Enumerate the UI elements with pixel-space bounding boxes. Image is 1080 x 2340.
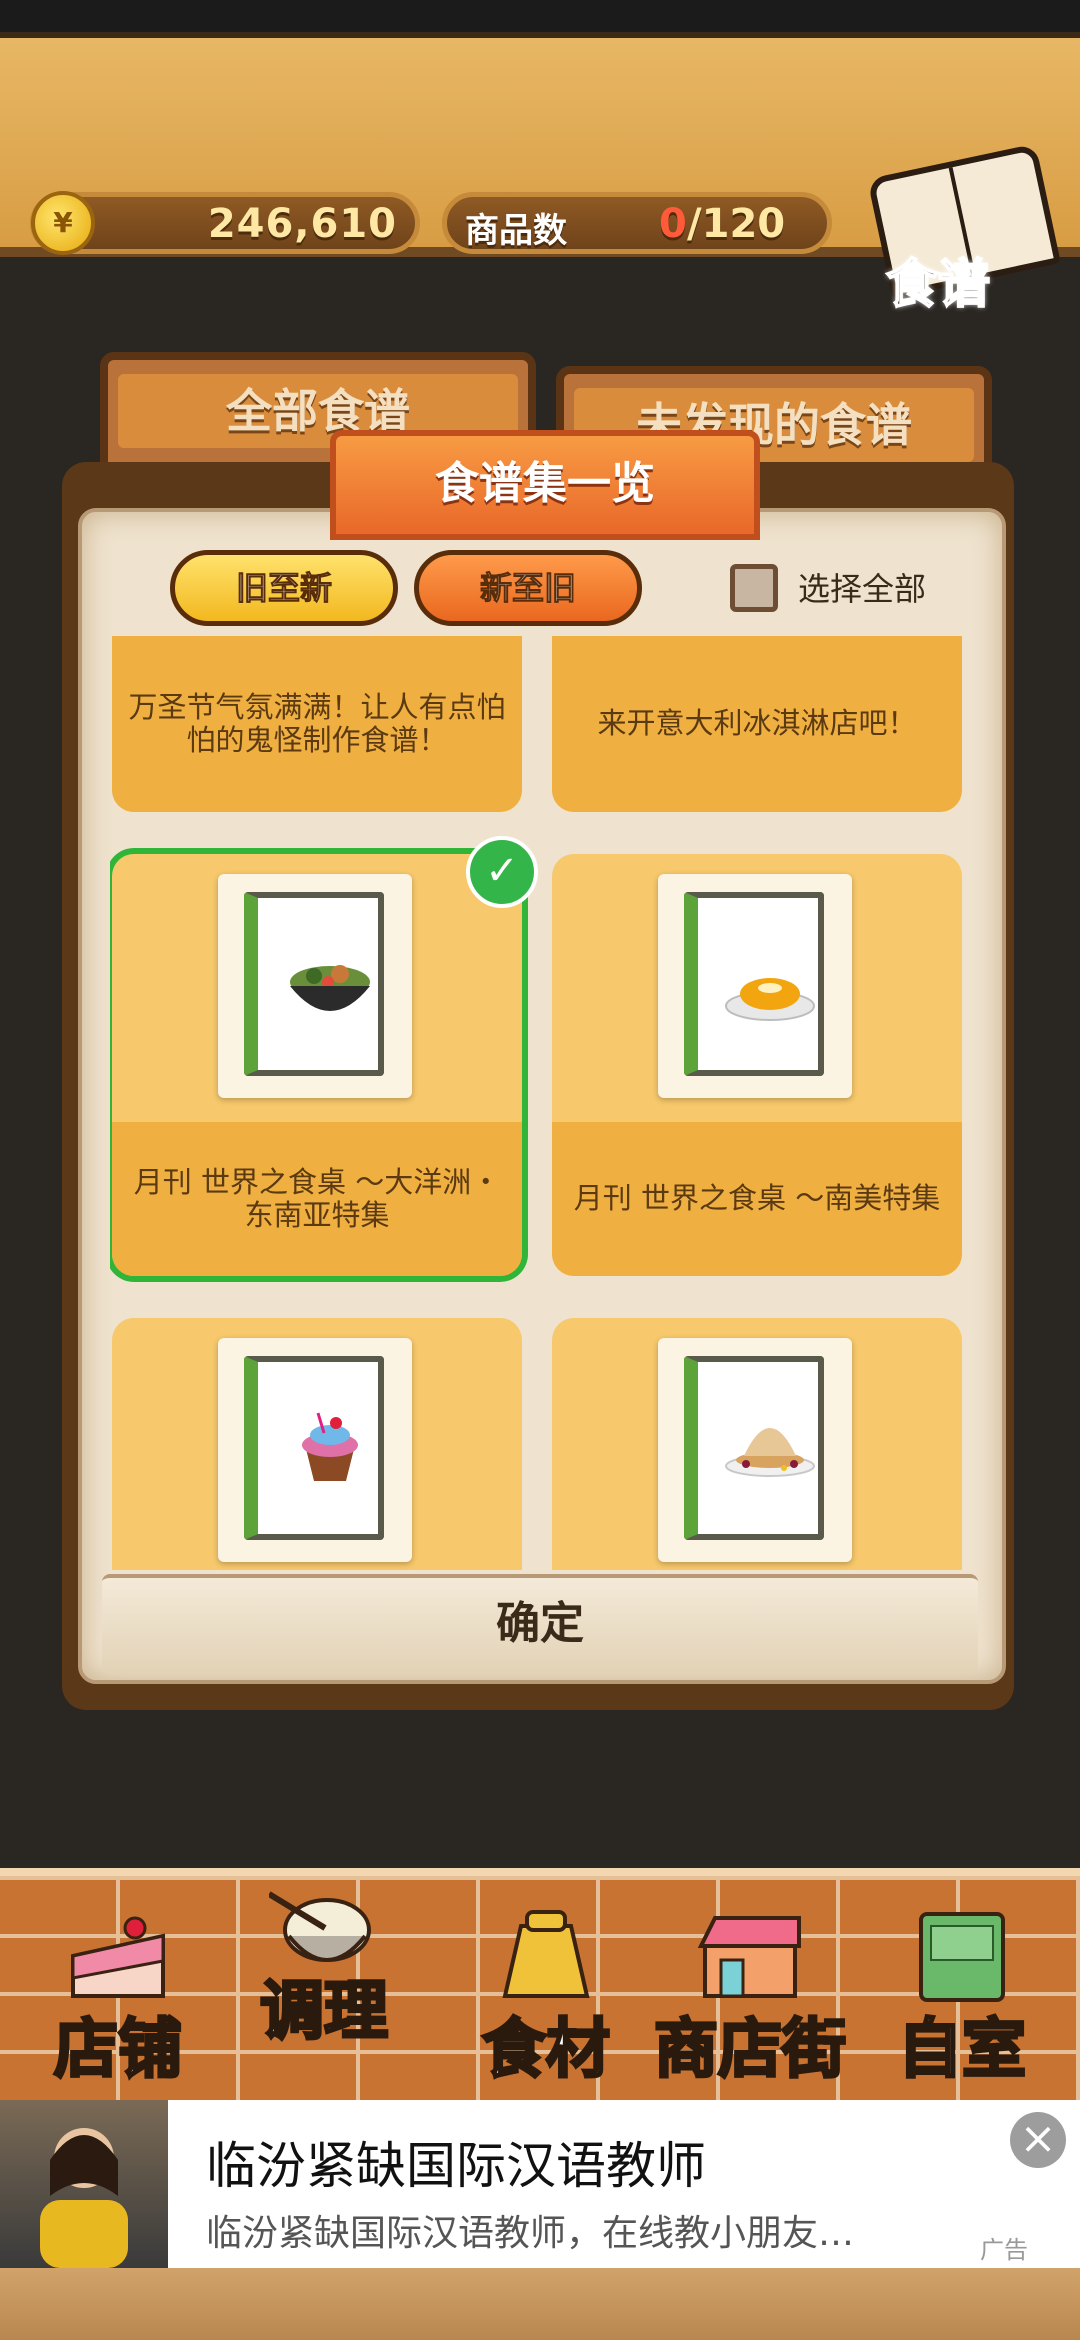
dialog-title: 食谱集一览 — [330, 430, 760, 540]
nav-label-cooking: 调理 — [259, 1974, 390, 2051]
cupcake-icon — [302, 1412, 358, 1481]
nav-item-shopping-street[interactable]: 商店街 — [636, 1876, 864, 2108]
item-count-max: /120 — [687, 201, 786, 247]
nav-item-my-room[interactable]: 自室 — [864, 1876, 1060, 2108]
recipe-card[interactable]: 月刊 世界之食桌 ～南美特集 — [552, 854, 962, 1276]
recipe-button-label: 食谱 — [885, 254, 991, 316]
recipe-book-icon — [684, 892, 824, 1076]
recipe-book-thumbnail — [218, 874, 412, 1098]
mont-blanc-pancake-icon — [725, 1428, 815, 1477]
recipe-card-desc: 月刊 世界之食桌 ～南美特集 — [552, 1122, 962, 1276]
nav-label-ingredients: 食材 — [481, 2012, 612, 2089]
ad-banner[interactable]: 临汾紧缺国际汉语教师 临汾紧缺国际汉语教师，在线教小朋友… × 广告 — [0, 2100, 1080, 2268]
item-counter: 商品数 0 /120 — [442, 192, 832, 254]
coin-counter: ¥ 246,610 — [30, 191, 420, 255]
recipe-card-desc: 万圣节气氛满满！让人有点怕怕的鬼怪制作食谱！ — [112, 636, 522, 812]
nav-label-shopping-street: 商店街 — [653, 2012, 848, 2089]
recipe-card[interactable]: 来开意大利冰淇淋店吧！ — [552, 636, 962, 812]
recipe-book-button[interactable]: 食谱 — [867, 143, 1061, 320]
item-count-label: 商品数 — [465, 211, 567, 251]
recipe-book-icon — [244, 892, 384, 1076]
storefront-icon — [697, 1916, 801, 1998]
recipe-book-icon — [244, 1356, 384, 1540]
ad-image — [0, 2100, 168, 2268]
staff-only-door-icon — [919, 1912, 1005, 2002]
recipe-book-thumbnail — [218, 1338, 412, 1562]
recipe-card[interactable] — [112, 1318, 522, 1570]
sort-old-to-new-button[interactable]: 旧至新 — [170, 550, 398, 626]
confirm-button[interactable]: 确定 — [102, 1574, 978, 1674]
close-icon[interactable]: × — [1010, 2112, 1066, 2168]
selected-check-icon: ✓ — [466, 836, 538, 908]
recipe-book-icon — [684, 1356, 824, 1540]
ad-label: 广告 — [980, 2236, 1028, 2264]
bottom-decor-strip — [0, 2268, 1080, 2340]
nav-label-shop: 店铺 — [53, 2012, 184, 2089]
nav-label-my-room: 自室 — [897, 2012, 1028, 2089]
recipe-book-thumbnail — [658, 1338, 852, 1562]
recipe-card[interactable] — [552, 1318, 962, 1570]
nav-item-ingredients[interactable]: 食材 — [448, 1876, 644, 2108]
coin-icon: ¥ — [31, 191, 95, 255]
bottom-navigation: 店铺 调理 食材 商店街 自室 — [0, 1868, 1080, 2108]
nav-item-cooking[interactable]: 调理 — [226, 1876, 422, 2108]
status-bar — [0, 0, 1080, 32]
noodle-bowl-icon — [290, 965, 370, 1011]
recipe-card-selected[interactable]: 月刊 世界之食桌 ～大洋洲・东南亚特集 — [112, 854, 522, 1276]
sort-new-to-old-button[interactable]: 新至旧 — [414, 550, 642, 626]
recipe-collection-list[interactable]: 万圣节气氛满满！让人有点怕怕的鬼怪制作食谱！ 来开意大利冰淇淋店吧！ 月刊 世界… — [110, 636, 970, 1570]
recipe-card-desc: 月刊 世界之食桌 ～大洋洲・东南亚特集 — [112, 1122, 522, 1276]
item-count-current: 0 — [659, 201, 687, 247]
ad-subtitle: 临汾紧缺国际汉语教师，在线教小朋友… — [206, 2213, 855, 2254]
nav-item-shop[interactable]: 店铺 — [20, 1876, 216, 2108]
select-all-label[interactable]: 选择全部 — [798, 564, 926, 610]
custard-flan-icon — [725, 978, 815, 1021]
cake-shop-icon — [71, 1916, 165, 1998]
select-all-checkbox[interactable] — [730, 564, 778, 612]
recipe-card[interactable]: 万圣节气氛满满！让人有点怕怕的鬼怪制作食谱！ — [112, 636, 522, 812]
recipe-book-thumbnail — [658, 874, 852, 1098]
recipe-card-desc: 来开意大利冰淇淋店吧！ — [552, 636, 962, 812]
flour-sack-icon — [502, 1910, 590, 1998]
ad-title: 临汾紧缺国际汉语教师 — [206, 2137, 706, 2195]
coin-value: 246,610 — [207, 201, 397, 247]
